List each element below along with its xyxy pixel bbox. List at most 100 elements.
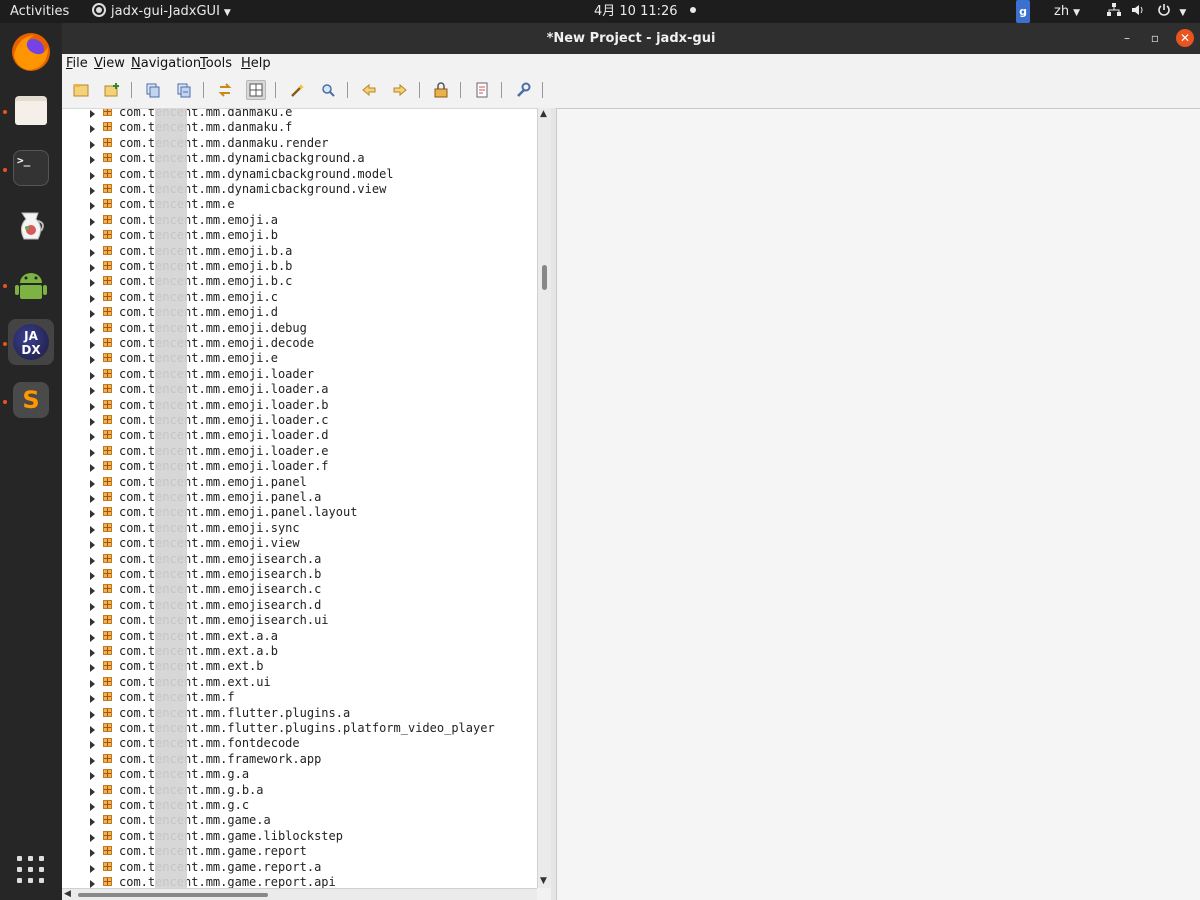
- clock[interactable]: 4月 10 11:26: [594, 0, 696, 23]
- expand-arrow-icon[interactable]: [90, 756, 95, 765]
- dock-firefox[interactable]: [8, 29, 54, 75]
- tree-row[interactable]: com.tencent.mm.dynamicbackground.view: [62, 182, 537, 198]
- tree-row[interactable]: com.tencent.mm.emoji.sync: [62, 521, 537, 537]
- expand-arrow-icon[interactable]: [90, 325, 95, 334]
- expand-arrow-icon[interactable]: [90, 695, 95, 704]
- tree-row[interactable]: com.tencent.mm.ext.b: [62, 659, 537, 675]
- export-button[interactable]: [174, 80, 194, 100]
- expand-arrow-icon[interactable]: [90, 433, 95, 442]
- expand-arrow-icon[interactable]: [90, 664, 95, 673]
- expand-arrow-icon[interactable]: [90, 741, 95, 750]
- expand-arrow-icon[interactable]: [90, 294, 95, 303]
- expand-arrow-icon[interactable]: [90, 495, 95, 503]
- window-titlebar[interactable]: *New Project - jadx-gui – ▫ ✕: [62, 23, 1200, 54]
- expand-arrow-icon[interactable]: [90, 556, 95, 565]
- forward-button[interactable]: [390, 80, 410, 100]
- scroll-down-icon[interactable]: ▼: [540, 876, 547, 886]
- dock-jadx[interactable]: JA DX: [8, 319, 54, 365]
- expand-arrow-icon[interactable]: [90, 418, 95, 426]
- class-search-button[interactable]: [318, 80, 338, 100]
- deobfuscation-button[interactable]: [431, 80, 451, 100]
- system-status-menu[interactable]: ▼: [1107, 0, 1186, 23]
- tree-row[interactable]: com.tencent.mm.emoji.b.b: [62, 259, 537, 275]
- expand-arrow-icon[interactable]: [90, 572, 95, 580]
- dock-jug-app[interactable]: [8, 203, 54, 249]
- expand-arrow-icon[interactable]: [90, 202, 95, 211]
- tree-row[interactable]: com.tencent.mm.g.a: [62, 767, 537, 783]
- expand-arrow-icon[interactable]: [90, 264, 95, 272]
- expand-arrow-icon[interactable]: [90, 864, 95, 873]
- expand-arrow-icon[interactable]: [90, 618, 95, 627]
- expand-arrow-icon[interactable]: [90, 479, 95, 488]
- tree-row[interactable]: com.tencent.mm.emoji.b: [62, 228, 537, 244]
- menu-file[interactable]: File: [66, 56, 88, 71]
- expand-arrow-icon[interactable]: [90, 248, 95, 257]
- back-button[interactable]: [359, 80, 379, 100]
- expand-arrow-icon[interactable]: [90, 880, 95, 888]
- expand-arrow-icon[interactable]: [90, 710, 95, 719]
- expand-arrow-icon[interactable]: [90, 772, 95, 781]
- tree-vertical-scrollbar[interactable]: ▲ ▼: [537, 108, 551, 888]
- menu-view[interactable]: View: [94, 56, 125, 71]
- tree-row[interactable]: com.tencent.mm.ext.ui: [62, 675, 537, 691]
- tree-row[interactable]: com.tencent.mm.framework.app: [62, 752, 537, 768]
- log-viewer-button[interactable]: [472, 80, 492, 100]
- expand-arrow-icon[interactable]: [90, 187, 95, 195]
- tree-row[interactable]: com.tencent.mm.danmaku.render: [62, 136, 537, 152]
- tree-row[interactable]: com.tencent.mm.f: [62, 690, 537, 706]
- tree-row[interactable]: com.tencent.mm.emoji.a: [62, 213, 537, 229]
- tree-row[interactable]: com.tencent.mm.emoji.loader.e: [62, 444, 537, 460]
- scroll-up-icon[interactable]: ▲: [540, 109, 547, 119]
- expand-arrow-icon[interactable]: [90, 402, 95, 411]
- tree-row[interactable]: com.tencent.mm.emoji.loader.d: [62, 428, 537, 444]
- menu-navigation[interactable]: Navigation: [131, 56, 201, 71]
- tree-vertical-scrollbar-thumb[interactable]: [542, 265, 547, 290]
- expand-arrow-icon[interactable]: [90, 217, 95, 226]
- expand-arrow-icon[interactable]: [90, 510, 95, 519]
- tree-row[interactable]: com.tencent.mm.emojisearch.d: [62, 598, 537, 614]
- open-file-button[interactable]: [71, 80, 91, 100]
- tree-row[interactable]: com.tencent.mm.game.report: [62, 844, 537, 860]
- activities-button[interactable]: Activities: [10, 0, 69, 23]
- language-selector[interactable]: zh ▼: [1054, 0, 1080, 23]
- text-search-button[interactable]: [287, 80, 307, 100]
- tree-row[interactable]: com.tencent.mm.danmaku.f: [62, 120, 537, 136]
- tree-row[interactable]: com.tencent.mm.emoji.d: [62, 305, 537, 321]
- maximize-button[interactable]: ▫: [1146, 29, 1164, 47]
- dock-files[interactable]: [8, 87, 54, 133]
- expand-arrow-icon[interactable]: [90, 341, 95, 349]
- tree-horizontal-scrollbar-thumb[interactable]: [78, 893, 268, 897]
- expand-arrow-icon[interactable]: [90, 125, 95, 134]
- input-method-icon[interactable]: g: [1016, 0, 1030, 23]
- tree-row[interactable]: com.tencent.mm.emoji.panel.a: [62, 490, 537, 506]
- tree-row[interactable]: com.tencent.mm.emoji.panel.layout: [62, 505, 537, 521]
- tree-row[interactable]: com.tencent.mm.emojisearch.a: [62, 552, 537, 568]
- tree-row[interactable]: com.tencent.mm.e: [62, 197, 537, 213]
- tree-row[interactable]: com.tencent.mm.game.a: [62, 813, 537, 829]
- tree-horizontal-scrollbar[interactable]: ◀: [62, 888, 537, 900]
- tree-row[interactable]: com.tencent.mm.game.report.a: [62, 860, 537, 876]
- minimize-button[interactable]: –: [1118, 29, 1136, 47]
- expand-arrow-icon[interactable]: [90, 587, 95, 596]
- expand-arrow-icon[interactable]: [90, 371, 95, 380]
- tree-row[interactable]: com.tencent.mm.emoji.view: [62, 536, 537, 552]
- tree-row[interactable]: com.tencent.mm.flutter.plugins.platform_…: [62, 721, 537, 737]
- tree-row[interactable]: com.tencent.mm.emoji.debug: [62, 321, 537, 337]
- tree-row[interactable]: com.tencent.mm.emojisearch.c: [62, 582, 537, 598]
- flatten-packages-button[interactable]: [246, 80, 266, 100]
- tree-row[interactable]: com.tencent.mm.emoji.b.c: [62, 274, 537, 290]
- tree-row[interactable]: com.tencent.mm.emojisearch.ui: [62, 613, 537, 629]
- expand-arrow-icon[interactable]: [90, 140, 95, 149]
- expand-arrow-icon[interactable]: [90, 310, 95, 319]
- tree-row[interactable]: com.tencent.mm.emoji.panel: [62, 475, 537, 491]
- tree-row[interactable]: com.tencent.mm.flutter.plugins.a: [62, 706, 537, 722]
- expand-arrow-icon[interactable]: [90, 156, 95, 165]
- scroll-left-icon[interactable]: ◀: [64, 889, 71, 899]
- expand-arrow-icon[interactable]: [90, 803, 95, 811]
- expand-arrow-icon[interactable]: [90, 787, 95, 796]
- tree-row[interactable]: com.tencent.mm.ext.a.b: [62, 644, 537, 660]
- tree-row[interactable]: com.tencent.mm.emoji.b.a: [62, 244, 537, 260]
- close-button[interactable]: ✕: [1176, 29, 1194, 47]
- tree-row[interactable]: com.tencent.mm.emoji.e: [62, 351, 537, 367]
- expand-arrow-icon[interactable]: [90, 833, 95, 842]
